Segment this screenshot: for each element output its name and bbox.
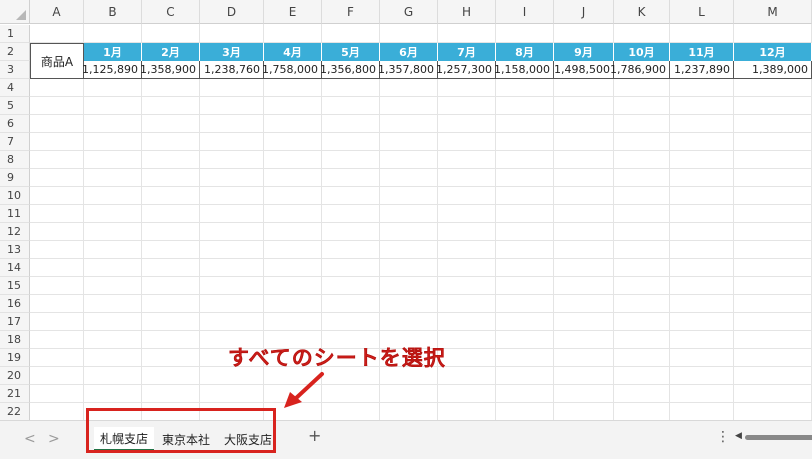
month-header-cell[interactable]: 7月 (438, 43, 496, 61)
grid-column-line (83, 24, 84, 420)
column-header-j[interactable]: J (554, 0, 614, 24)
grid-row-line (30, 402, 812, 403)
row-header-2[interactable]: 2 (0, 43, 30, 61)
column-header-i[interactable]: I (496, 0, 554, 24)
grid-row-line (30, 276, 812, 277)
grid-row-line (30, 330, 812, 331)
grid-row-line (30, 204, 812, 205)
column-header-k[interactable]: K (614, 0, 670, 24)
row-header-17[interactable]: 17 (0, 313, 30, 331)
horizontal-scrollbar[interactable]: ◀ (735, 431, 812, 441)
row-header-6[interactable]: 6 (0, 115, 30, 133)
month-header-cell[interactable]: 1月 (84, 43, 142, 61)
grid-column-line (199, 24, 200, 420)
row-header-8[interactable]: 8 (0, 151, 30, 169)
row-header-9[interactable]: 9 (0, 169, 30, 187)
grid-column-line (495, 24, 496, 420)
grid-row-line (30, 186, 812, 187)
tab-scroll-left-icon[interactable]: < (24, 431, 36, 447)
row-header-18[interactable]: 18 (0, 331, 30, 349)
sales-value-cell[interactable]: 1,237,890 (670, 61, 734, 79)
annotation-highlight-box (86, 408, 276, 453)
grid-row-line (30, 294, 812, 295)
row-header-1[interactable]: 1 (0, 25, 30, 43)
grid-row-line (30, 96, 812, 97)
column-header-h[interactable]: H (438, 0, 496, 24)
row-header-3[interactable]: 3 (0, 61, 30, 79)
column-header-b[interactable]: B (84, 0, 142, 24)
month-header-cell[interactable]: 6月 (380, 43, 438, 61)
select-all-triangle (16, 10, 26, 20)
grid-row-line (30, 114, 812, 115)
row-header-5[interactable]: 5 (0, 97, 30, 115)
row-header-7[interactable]: 7 (0, 133, 30, 151)
month-header-cell[interactable]: 5月 (322, 43, 380, 61)
sales-value-cell[interactable]: 1,758,000 (262, 61, 322, 79)
row-header-10[interactable]: 10 (0, 187, 30, 205)
tab-scroll-right-icon[interactable]: > (48, 431, 60, 447)
sales-value-cell[interactable]: 1,238,760 (200, 61, 264, 79)
column-header-c[interactable]: C (142, 0, 200, 24)
annotation-arrow-icon (284, 372, 324, 408)
more-options-icon[interactable]: ⋮ (716, 429, 730, 445)
select-all-corner[interactable] (0, 0, 30, 24)
grid-column-line (553, 24, 554, 420)
sales-value-cell[interactable]: 1,125,890 (82, 61, 142, 79)
sales-value-cell[interactable]: 1,356,800 (320, 61, 380, 79)
sales-value-cell[interactable]: 1,158,000 (494, 61, 554, 79)
row-header-12[interactable]: 12 (0, 223, 30, 241)
grid-row-line (30, 240, 812, 241)
grid-row-line (30, 258, 812, 259)
grid-column-line (733, 24, 734, 420)
sales-value-cell[interactable]: 1,358,900 (140, 61, 200, 79)
month-header-cell[interactable]: 9月 (554, 43, 614, 61)
grid-row-line (30, 312, 812, 313)
column-header-g[interactable]: G (380, 0, 438, 24)
sales-value-cell[interactable]: 1,786,900 (610, 61, 670, 79)
row-header-11[interactable]: 11 (0, 205, 30, 223)
month-header-cell[interactable]: 10月 (614, 43, 670, 61)
sales-value-cell[interactable]: 1,389,000 (734, 61, 812, 79)
product-label-cell[interactable]: 商品A (30, 43, 84, 79)
grid-row-line (30, 168, 812, 169)
column-header-d[interactable]: D (200, 0, 264, 24)
month-header-cell[interactable]: 4月 (264, 43, 322, 61)
month-header-cell[interactable]: 8月 (496, 43, 554, 61)
month-header-cell[interactable]: 2月 (142, 43, 200, 61)
month-header-cell[interactable]: 12月 (734, 43, 812, 61)
grid-row-line (30, 150, 812, 151)
row-header-16[interactable]: 16 (0, 295, 30, 313)
month-header-cell[interactable]: 11月 (670, 43, 734, 61)
grid-row-line (30, 384, 812, 385)
grid-row-line (30, 222, 812, 223)
row-header-14[interactable]: 14 (0, 259, 30, 277)
column-header-l[interactable]: L (670, 0, 734, 24)
row-header-4[interactable]: 4 (0, 79, 30, 97)
sales-value-cell[interactable]: 1,257,300 (436, 61, 496, 79)
column-header-filler (793, 0, 812, 24)
grid-column-line (669, 24, 670, 420)
scrollbar-thumb[interactable] (745, 435, 812, 440)
column-header-f[interactable]: F (322, 0, 380, 24)
scroll-left-arrow-icon[interactable]: ◀ (735, 431, 742, 441)
column-header-e[interactable]: E (264, 0, 322, 24)
grid-row-line (30, 132, 812, 133)
column-header-a[interactable]: A (30, 0, 84, 24)
sales-value-cell[interactable]: 1,357,800 (378, 61, 438, 79)
row-header-19[interactable]: 19 (0, 349, 30, 367)
row-header-15[interactable]: 15 (0, 277, 30, 295)
row-header-21[interactable]: 21 (0, 385, 30, 403)
annotation-text: すべてのシートを選択 (228, 346, 446, 370)
grid-column-line (613, 24, 614, 420)
row-header-13[interactable]: 13 (0, 241, 30, 259)
grid-column-line (141, 24, 142, 420)
sales-value-cell[interactable]: 1,498,500 (554, 61, 614, 79)
row-header-20[interactable]: 20 (0, 367, 30, 385)
add-sheet-button[interactable]: + (308, 426, 321, 445)
row-header-22[interactable]: 22 (0, 403, 30, 420)
month-header-cell[interactable]: 3月 (200, 43, 264, 61)
